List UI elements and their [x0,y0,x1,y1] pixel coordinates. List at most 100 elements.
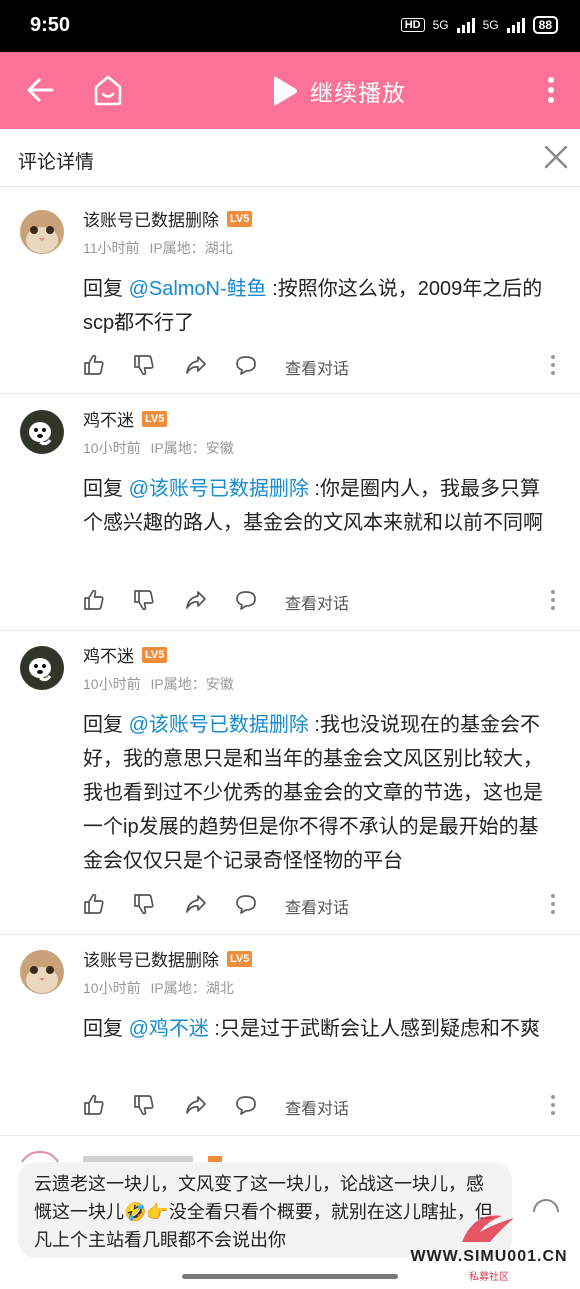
share-icon[interactable] [184,1093,208,1117]
comment-username[interactable]: 该账号已数据删除 [83,946,219,971]
level-badge: LV5 [227,210,253,227]
hd-badge: HD [400,18,425,32]
comment-username[interactable]: 该账号已数据删除 [83,206,219,231]
share-icon[interactable] [184,892,208,916]
comment-meta: 10小时前 IP属地：安徽 [83,674,234,694]
comment-icon[interactable] [234,892,258,916]
comment-ip: IP属地：安徽 [150,440,234,456]
continue-play-label: 继续播放 [310,80,406,106]
network-label-2: 5G [482,18,499,32]
comment-text[interactable]: 回复 @该账号已数据删除 :我也没说现在的基金会不好，我的意思只是和当年的基金会… [83,708,554,878]
network-label-1: 5G [432,18,449,32]
watermark-sub: 私募社区 [469,1272,509,1283]
comment-meta: 10小时前 IP属地：湖北 [83,978,234,998]
watermark: WWW.SIMU001.CN 私募社区 [402,1208,576,1284]
comment-time: 10小时前 [83,676,141,692]
comment-time: 10小时前 [83,440,141,456]
comment-text[interactable]: 回复 @鸡不迷 :只是过于武断会让人感到疑虑和不爽 [83,1012,554,1046]
signal-icon [456,17,475,33]
home-icon[interactable] [92,73,124,107]
video-top-bar: 继续播放 [0,52,580,129]
reply-prefix: 回复 [83,278,129,300]
comment-user: 该账号已数据删除 LV5 [83,946,253,971]
more-dots-icon[interactable] [550,1094,556,1116]
cat-avatar-icon [20,950,64,994]
reply-prefix: 回复 [83,1018,129,1040]
comment-item: 鸡不迷 LV5 10小时前 IP属地：安徽 回复 @该账号已数据删除 :我也没说… [0,632,580,935]
signal-icon-2 [506,17,525,33]
dislike-icon[interactable] [132,588,156,612]
view-dialog-link[interactable]: 查看对话 [285,1095,349,1119]
play-icon [274,76,297,106]
cat-avatar-icon [20,210,64,254]
comment-time: 10小时前 [83,980,141,996]
comment-user: 该账号已数据删除 LV5 [83,206,253,231]
more-dots-icon[interactable] [550,589,556,611]
close-icon[interactable] [542,143,570,171]
comment-icon[interactable] [234,588,258,612]
mention-link[interactable]: @SalmoN-鲑鱼 [129,278,267,300]
home-indicator[interactable] [182,1274,398,1279]
animal-avatar-icon [20,410,64,454]
status-time: 9:50 [30,14,71,36]
back-arrow-icon[interactable] [24,74,56,106]
more-vertical-icon[interactable] [536,74,566,106]
share-icon[interactable] [184,353,208,377]
battery-indicator: 88 [532,16,558,34]
comment-icon[interactable] [234,353,258,377]
comment-actions: 查看对话 [82,353,560,379]
level-badge: LV5 [227,950,253,967]
comment-actions: 查看对话 [82,1093,560,1119]
comment-user: 鸡不迷 LV5 [83,406,168,431]
comment-ip: IP属地：湖北 [150,980,234,996]
mention-link[interactable]: @该账号已数据删除 [129,478,309,500]
dislike-icon[interactable] [132,353,156,377]
more-dots-icon[interactable] [550,354,556,376]
continue-play-button[interactable]: 继续播放 [270,74,406,108]
level-badge: LV5 [142,646,168,663]
status-icons: HD 5G 5G 88 [400,16,558,34]
comment-item: 鸡不迷 LV5 10小时前 IP属地：安徽 回复 @该账号已数据删除 :你是圈内… [0,396,580,631]
like-icon[interactable] [82,1093,106,1117]
status-bar: 9:50 HD 5G 5G 88 [0,0,580,52]
comment-actions: 查看对话 [82,588,560,614]
dislike-icon[interactable] [132,892,156,916]
comment-detail-header: 评论详情 [0,129,580,187]
reply-prefix: 回复 [83,714,129,736]
avatar[interactable] [20,646,64,690]
comment-body: :我也没说现在的基金会不好，我的意思只是和当年的基金会文风区别比较大，我也看到过… [83,714,543,872]
view-dialog-link[interactable]: 查看对话 [285,355,349,379]
reply-prefix: 回复 [83,478,129,500]
comment-user: 鸡不迷 LV5 [83,642,168,667]
mention-link[interactable]: @鸡不迷 [129,1018,209,1040]
watermark-url: WWW.SIMU001.CN [410,1248,568,1265]
comment-body: :只是过于武断会让人感到疑虑和不爽 [208,1018,540,1040]
comment-meta: 10小时前 IP属地：安徽 [83,438,234,458]
comment-detail-title: 评论详情 [18,152,95,173]
comment-username[interactable]: 鸡不迷 [83,406,134,431]
view-dialog-link[interactable]: 查看对话 [285,894,349,918]
avatar[interactable] [20,950,64,994]
watermark-logo-icon [462,1215,514,1242]
avatar[interactable] [20,410,64,454]
dislike-icon[interactable] [132,1093,156,1117]
comment-text[interactable]: 回复 @该账号已数据删除 :你是圈内人，我最多只算个感兴趣的路人，基金会的文风本… [83,472,554,540]
comment-item: 该账号已数据删除 LV5 11小时前 IP属地：湖北 回复 @SalmoN-鲑鱼… [0,196,580,394]
like-icon[interactable] [82,353,106,377]
comment-time: 11小时前 [83,240,140,256]
like-icon[interactable] [82,588,106,612]
comment-actions: 查看对话 [82,892,560,918]
comment-text[interactable]: 回复 @SalmoN-鲑鱼 :按照你这么说，2009年之后的scp都不行了 [83,272,554,340]
comment-ip: IP属地：安徽 [150,676,234,692]
comment-item: 该账号已数据删除 LV5 10小时前 IP属地：湖北 回复 @鸡不迷 :只是过于… [0,936,580,1136]
comment-username[interactable]: 鸡不迷 [83,642,134,667]
comment-meta: 11小时前 IP属地：湖北 [83,238,233,258]
like-icon[interactable] [82,892,106,916]
more-dots-icon[interactable] [550,893,556,915]
comment-icon[interactable] [234,1093,258,1117]
share-icon[interactable] [184,588,208,612]
animal-avatar-icon [20,646,64,690]
view-dialog-link[interactable]: 查看对话 [285,590,349,614]
mention-link[interactable]: @该账号已数据删除 [129,714,309,736]
avatar[interactable] [20,210,64,254]
